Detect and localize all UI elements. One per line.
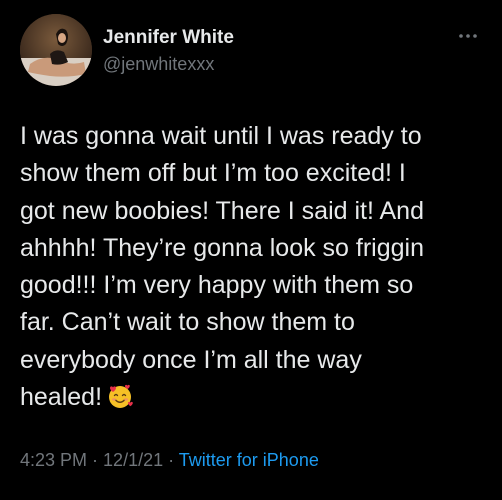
tweet-text-line: far. Can’t wait to show them to <box>20 308 355 337</box>
tweet-date[interactable]: 12/1/21 <box>103 450 163 470</box>
tweet-meta: 4:23 PM · 12/1/21 · Twitter for iPhone <box>20 450 319 471</box>
meta-separator: · <box>87 450 104 470</box>
more-options-icon[interactable] <box>457 32 479 40</box>
avatar[interactable] <box>20 14 92 86</box>
tweet-text-line: good!!! I’m very happy with them so <box>20 271 414 300</box>
tweet-text-line: everybody once I’m all the way <box>20 345 362 374</box>
smiling-face-with-hearts-icon <box>109 384 133 409</box>
tweet-text-last-line: healed! <box>20 379 490 416</box>
tweet-text-line: healed! <box>20 383 103 412</box>
avatar-image <box>20 14 92 86</box>
tweet-source-link[interactable]: Twitter for iPhone <box>179 450 319 470</box>
tweet-text: I was gonna wait until I was ready to sh… <box>20 118 490 416</box>
tweet-text-line: got new boobies! There I said it! And <box>20 196 424 225</box>
tweet-text-line: I was gonna wait until I was ready to <box>20 122 422 150</box>
tweet-text-line: show them off but I’m too excited! I <box>20 159 406 188</box>
tweet-text-line: ahhhh! They’re gonna look so friggin <box>20 233 424 262</box>
user-handle[interactable]: @jenwhitexxx <box>103 54 214 75</box>
tweet-card: Jennifer White @jenwhitexxx I was gonna … <box>0 0 502 500</box>
tweet-time[interactable]: 4:23 PM <box>20 450 87 470</box>
meta-separator: · <box>163 450 179 470</box>
display-name[interactable]: Jennifer White <box>103 27 234 49</box>
